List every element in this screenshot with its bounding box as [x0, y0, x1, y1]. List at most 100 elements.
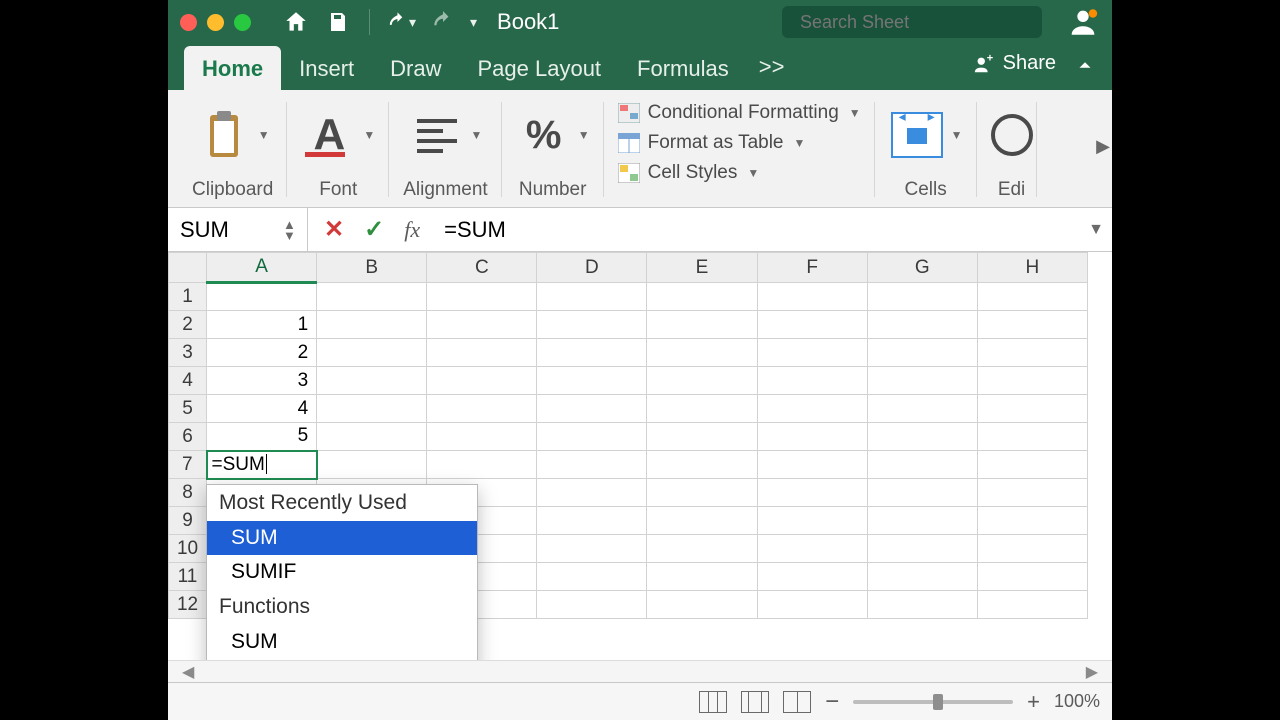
cell[interactable]: [867, 535, 977, 563]
cell[interactable]: [537, 507, 647, 535]
name-box[interactable]: SUM ▲▼: [168, 208, 308, 251]
cell[interactable]: [317, 311, 427, 339]
cell[interactable]: [317, 451, 427, 479]
formula-input[interactable]: [436, 217, 1080, 243]
alignment-button[interactable]: ▼: [409, 100, 483, 170]
cell[interactable]: [647, 591, 757, 619]
cell[interactable]: [977, 283, 1087, 311]
row-header[interactable]: 2: [169, 311, 207, 339]
cell[interactable]: [977, 535, 1087, 563]
row-header[interactable]: 7: [169, 451, 207, 479]
font-button[interactable]: A ▼: [301, 100, 375, 170]
cell[interactable]: [977, 563, 1087, 591]
cell[interactable]: [427, 339, 537, 367]
row-header[interactable]: 10: [169, 535, 207, 563]
cell[interactable]: [427, 311, 537, 339]
cell[interactable]: [867, 591, 977, 619]
cell[interactable]: [757, 367, 867, 395]
cell[interactable]: [757, 451, 867, 479]
cell[interactable]: [537, 339, 647, 367]
cell[interactable]: [977, 423, 1087, 451]
redo-icon[interactable]: [428, 7, 458, 37]
cell[interactable]: [647, 479, 757, 507]
cell[interactable]: [757, 507, 867, 535]
cell[interactable]: [977, 311, 1087, 339]
paste-button[interactable]: ▼: [196, 100, 270, 170]
cell[interactable]: [977, 479, 1087, 507]
cell[interactable]: [757, 283, 867, 311]
fx-icon[interactable]: fx: [404, 217, 420, 243]
column-header[interactable]: B: [317, 253, 427, 283]
cell[interactable]: [207, 283, 317, 311]
cell[interactable]: [757, 339, 867, 367]
column-header[interactable]: A: [207, 253, 317, 283]
cell[interactable]: [757, 311, 867, 339]
editing-button[interactable]: [991, 100, 1033, 170]
cell[interactable]: [757, 535, 867, 563]
cell[interactable]: [317, 395, 427, 423]
qat-customize-icon[interactable]: ▾: [470, 14, 477, 31]
page-break-view-button[interactable]: [783, 691, 811, 713]
horizontal-scrollbar[interactable]: ◀ ▶: [168, 660, 1112, 682]
enter-formula-button[interactable]: ✓: [364, 215, 384, 244]
cell[interactable]: [647, 451, 757, 479]
cell[interactable]: [317, 367, 427, 395]
conditional-formatting-button[interactable]: Conditional Formatting▼: [618, 102, 861, 124]
row-header[interactable]: 6: [169, 423, 207, 451]
cell[interactable]: [647, 507, 757, 535]
tab-draw[interactable]: Draw: [372, 46, 459, 90]
cell[interactable]: [977, 367, 1087, 395]
cell[interactable]: [647, 423, 757, 451]
close-window-button[interactable]: [180, 14, 197, 31]
cell[interactable]: [867, 479, 977, 507]
cell[interactable]: [867, 367, 977, 395]
cell[interactable]: 3: [207, 367, 317, 395]
cell[interactable]: [757, 395, 867, 423]
column-header[interactable]: E: [647, 253, 757, 283]
autocomplete-item[interactable]: SUMIF: [207, 659, 477, 660]
cell[interactable]: [977, 591, 1087, 619]
cell[interactable]: [647, 283, 757, 311]
cell[interactable]: [757, 591, 867, 619]
row-header[interactable]: 1: [169, 283, 207, 311]
cell[interactable]: 1: [207, 311, 317, 339]
column-header[interactable]: G: [867, 253, 977, 283]
row-header[interactable]: 9: [169, 507, 207, 535]
cell[interactable]: [757, 423, 867, 451]
column-header[interactable]: F: [757, 253, 867, 283]
namebox-stepper[interactable]: ▲▼: [283, 212, 301, 247]
cell[interactable]: [647, 563, 757, 591]
cancel-formula-button[interactable]: ✕: [324, 215, 344, 244]
cell[interactable]: [427, 395, 537, 423]
cell[interactable]: [537, 591, 647, 619]
cell[interactable]: [867, 311, 977, 339]
scroll-right-icon[interactable]: ▶: [1080, 662, 1104, 682]
cell[interactable]: [867, 451, 977, 479]
ribbon-scroll-right-icon[interactable]: ▶: [1096, 136, 1110, 157]
cell[interactable]: [867, 563, 977, 591]
cell[interactable]: [647, 367, 757, 395]
column-header[interactable]: H: [977, 253, 1087, 283]
cell[interactable]: [317, 423, 427, 451]
tabs-overflow-button[interactable]: >>: [747, 44, 797, 90]
cell[interactable]: [647, 395, 757, 423]
share-button[interactable]: + Share: [973, 52, 1056, 75]
cell[interactable]: [757, 563, 867, 591]
cell[interactable]: [317, 283, 427, 311]
scroll-left-icon[interactable]: ◀: [176, 662, 200, 682]
cell[interactable]: [867, 507, 977, 535]
undo-icon[interactable]: ▾: [386, 7, 416, 37]
maximize-window-button[interactable]: [234, 14, 251, 31]
search-box[interactable]: [782, 6, 1042, 38]
cell[interactable]: [867, 283, 977, 311]
normal-view-button[interactable]: [699, 691, 727, 713]
autocomplete-item[interactable]: SUMIF: [207, 555, 477, 589]
cell[interactable]: [977, 507, 1087, 535]
autocomplete-item[interactable]: SUM: [207, 521, 477, 555]
zoom-in-button[interactable]: +: [1027, 689, 1040, 715]
cell[interactable]: [867, 395, 977, 423]
cell-styles-button[interactable]: Cell Styles▼: [618, 162, 861, 184]
worksheet-grid[interactable]: ABCDEFGH121324354657=SUM89101112 Most Re…: [168, 252, 1112, 660]
cell[interactable]: [537, 563, 647, 591]
tab-home[interactable]: Home: [184, 46, 281, 90]
